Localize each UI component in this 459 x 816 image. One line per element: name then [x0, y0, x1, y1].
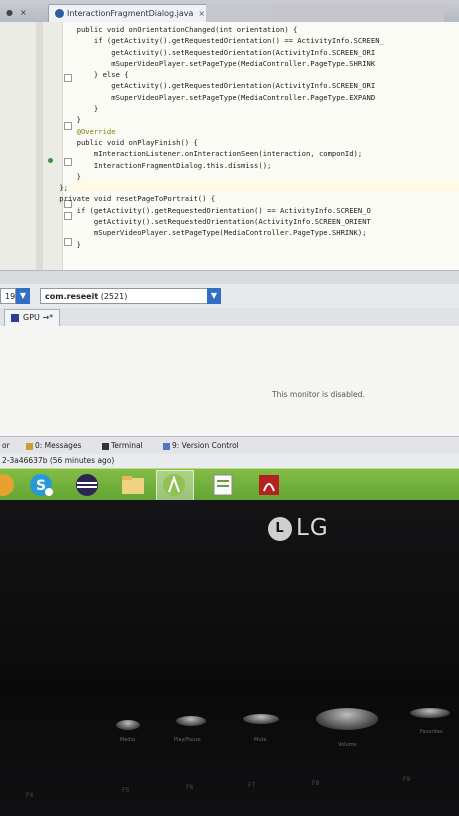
monitor-bezel — [0, 500, 459, 816]
tool-window-logcat[interactable]: or — [2, 441, 10, 450]
favorites-label: Favorites — [420, 729, 443, 735]
code-line[interactable]: }; — [42, 182, 384, 193]
tool-window-label: Terminal — [111, 441, 143, 450]
code-line[interactable]: private void resetPageToPortrait() { — [42, 193, 384, 204]
messages-icon — [26, 442, 33, 450]
windows-taskbar: S — [0, 468, 459, 500]
tab-other-2[interactable] — [272, 4, 444, 22]
code-line[interactable]: } — [42, 171, 384, 182]
tool-window-label: 0: Messages — [35, 441, 82, 450]
java-class-icon — [55, 9, 64, 18]
tool-window-label: 9: Version Control — [172, 441, 239, 450]
code-line[interactable]: if (getActivity().getRequestedOrientatio… — [42, 205, 384, 216]
start-orb-icon[interactable] — [0, 472, 16, 498]
code-line[interactable]: mInteractionListener.onInteractionSeen(i… — [42, 148, 384, 159]
code-line[interactable]: InteractionFragmentDialog.this.dismiss()… — [42, 160, 384, 171]
media-button[interactable] — [116, 720, 140, 730]
fkey-label: F6 — [186, 784, 194, 791]
tab-other-1[interactable] — [206, 4, 278, 22]
version-control-icon — [163, 442, 170, 450]
tab-label: InteractionFragmentDialog.java — [67, 9, 194, 18]
fkey-label: F8 — [312, 780, 320, 787]
code-line[interactable]: getActivity().setRequestedOrientation(Ac… — [42, 216, 384, 227]
tab-gpu[interactable]: GPU →* — [4, 309, 61, 326]
code-line[interactable]: if (getActivity().getRequestedOrientatio… — [42, 35, 384, 46]
lg-logo: L LG — [268, 515, 329, 541]
svg-text:S: S — [36, 478, 46, 494]
file-explorer-icon[interactable] — [120, 472, 146, 498]
process-dropdown-button[interactable]: ▼ — [207, 288, 221, 304]
code-line[interactable]: mSuperVideoPlayer.setPageType(MediaContr… — [42, 58, 384, 69]
device-select-value: 19 — [5, 292, 16, 301]
gpu-monitor-panel: This monitor is disabled. — [0, 326, 459, 436]
status-text: 2-3a46637b (56 minutes ago) — [2, 456, 115, 465]
code-line[interactable]: mSuperVideoPlayer.setPageType(MediaContr… — [42, 227, 384, 238]
code-text[interactable]: public void onOrientationChanged(int ori… — [42, 24, 384, 250]
pdf-reader-icon[interactable] — [256, 472, 282, 498]
lg-logo-text: LG — [296, 515, 329, 541]
tab-gpu-label: GPU — [23, 313, 40, 322]
tool-window-bar: or 0: Messages Terminal 9: Version Contr… — [0, 436, 459, 455]
fkey-label: F5 — [122, 787, 130, 794]
tool-window-label: or — [2, 441, 10, 450]
lg-logo-mark: L — [268, 516, 292, 541]
device-select[interactable]: 19 — [0, 288, 16, 304]
play-pause-button[interactable] — [176, 716, 206, 726]
code-line[interactable]: } — [42, 239, 384, 250]
code-line[interactable]: getActivity().setRequestedOrientation(Ac… — [42, 47, 384, 58]
monitor-tab-bar: GPU →* — [0, 308, 459, 327]
code-line[interactable]: public void onPlayFinish() { — [42, 137, 384, 148]
code-line[interactable]: } else { — [42, 69, 384, 80]
skype-icon[interactable]: S — [28, 472, 54, 498]
gpu-icon — [11, 313, 19, 322]
android-studio-icon[interactable] — [161, 472, 187, 498]
mute-button[interactable] — [243, 714, 279, 724]
tab-close-previous[interactable]: × — [14, 4, 33, 22]
code-line[interactable]: mSuperVideoPlayer.setPageType(MediaContr… — [42, 92, 384, 103]
code-editor[interactable]: public void onOrientationChanged(int ori… — [0, 22, 459, 270]
code-line[interactable]: } — [42, 114, 384, 125]
fkey-label: F7 — [248, 782, 256, 789]
tool-window-messages[interactable]: 0: Messages — [26, 441, 81, 450]
code-line[interactable]: @Override — [42, 126, 384, 137]
process-select[interactable]: com.reseeit (2521) — [40, 288, 208, 304]
tab-interaction-fragment-dialog[interactable]: InteractionFragmentDialog.java × — [48, 4, 213, 23]
process-pid: (2521) — [100, 292, 128, 301]
favorites-button[interactable] — [410, 708, 450, 718]
terminal-icon — [102, 442, 109, 450]
device-dropdown-button[interactable]: ▼ — [16, 288, 30, 304]
code-line[interactable]: public void onOrientationChanged(int ori… — [42, 24, 384, 35]
editor-tab-bar: ● × InteractionFragmentDialog.java × — [0, 0, 459, 23]
code-line[interactable]: } — [42, 103, 384, 114]
fkey-label: F4 — [26, 792, 34, 799]
tab-gpu-pin[interactable]: →* — [42, 313, 53, 322]
volume-knob[interactable] — [316, 708, 378, 730]
media-label: Media — [120, 737, 136, 743]
status-bar: 2-3a46637b (56 minutes ago) — [0, 454, 459, 468]
tab-close-button[interactable]: × — [198, 9, 205, 18]
monitor-disabled-message: This monitor is disabled. — [272, 390, 365, 399]
device-selector-row: 19 ▼ com.reseeit (2521) ▼ — [0, 284, 459, 308]
fkey-label: F9 — [403, 776, 411, 783]
mute-label: Mute — [254, 737, 267, 743]
tool-window-terminal[interactable]: Terminal — [102, 441, 143, 450]
play-pause-label: Play/Pause — [174, 737, 201, 743]
monitor-screen: ● × InteractionFragmentDialog.java × publ… — [0, 0, 459, 500]
process-name: com.reseeit — [45, 292, 99, 301]
tool-window-version-control[interactable]: 9: Version Control — [163, 441, 239, 450]
notepad-icon[interactable] — [210, 472, 236, 498]
eclipse-icon[interactable] — [74, 472, 100, 498]
volume-label: Volume — [338, 742, 357, 748]
code-line[interactable]: getActivity().getRequestedOrientation(Ac… — [42, 80, 384, 91]
